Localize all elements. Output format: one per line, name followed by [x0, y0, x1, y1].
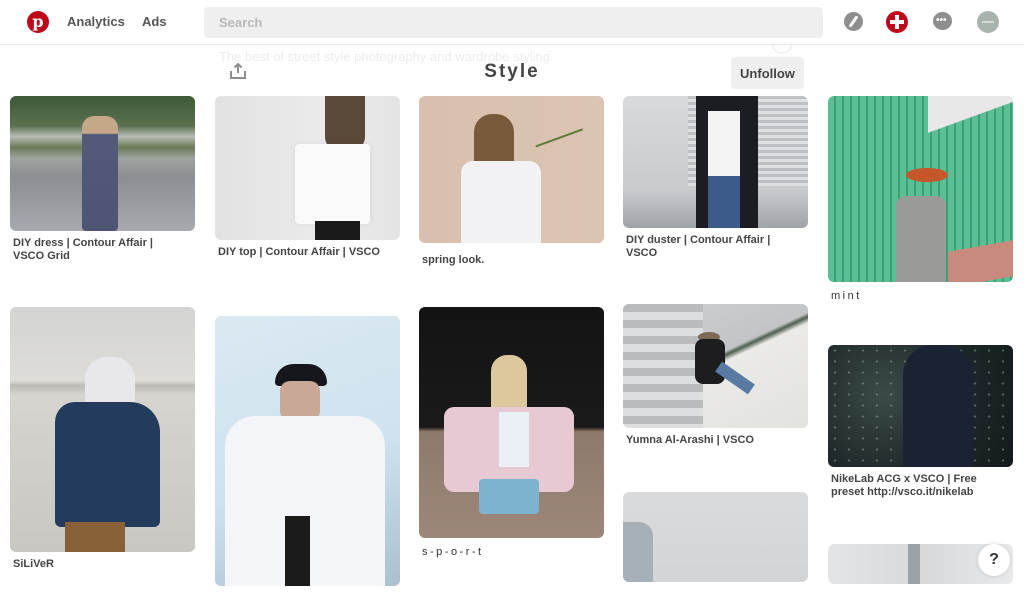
photo-jeans [708, 176, 740, 228]
pin-image[interactable] [623, 96, 808, 228]
pin-card[interactable]: Yumna Al-Arashi | VSCO [623, 304, 808, 447]
explore-compass-icon[interactable] [844, 12, 863, 31]
photo-hat [906, 168, 948, 182]
profile-avatar-icon[interactable] [977, 11, 999, 33]
photo-figure [903, 345, 973, 467]
photo-figure [461, 161, 541, 243]
pin-card[interactable]: DIY dress | Contour Affair | VSCO Grid [10, 96, 195, 262]
photo-jacket [55, 402, 160, 527]
pin-card[interactable]: DIY top | Contour Affair | VSCO [215, 96, 400, 259]
pin-image[interactable] [623, 492, 808, 582]
pin-card[interactable]: SiLiVeR [10, 307, 195, 571]
pinterest-logo-icon[interactable]: p [27, 11, 49, 33]
photo-pants [315, 221, 360, 240]
pin-image[interactable] [10, 96, 195, 231]
search-input[interactable] [204, 7, 823, 38]
pin-card[interactable]: mint [828, 96, 1013, 303]
chat-dots: ••• [936, 15, 947, 26]
photo-shorts [479, 479, 539, 514]
photo-door [908, 544, 920, 584]
photo-top [499, 412, 529, 467]
pin-image[interactable] [828, 96, 1013, 282]
photo-flowers [535, 128, 593, 174]
pin-card[interactable]: spring look. [419, 96, 604, 267]
pin-image[interactable] [419, 307, 604, 538]
nav-analytics-link[interactable]: Analytics [67, 14, 125, 29]
photo-figure [623, 522, 653, 582]
pin-image[interactable] [828, 345, 1013, 467]
pin-caption: SiLiVeR [13, 558, 54, 570]
pin-caption: DIY dress | Contour Affair | VSCO Grid [13, 237, 154, 262]
photo-coat [896, 196, 946, 282]
pin-caption: DIY top | Contour Affair | VSCO [218, 246, 380, 258]
pin-card[interactable]: s-p-o-r-t [419, 307, 604, 559]
pin-card[interactable] [215, 316, 400, 592]
photo-ground [948, 240, 1013, 282]
pin-image[interactable] [623, 304, 808, 428]
unfollow-button[interactable]: Unfollow [731, 57, 804, 89]
pin-image[interactable] [10, 307, 195, 552]
photo-stairs [623, 304, 703, 428]
pin-caption: Yumna Al-Arashi | VSCO [626, 434, 754, 446]
photo-top [295, 144, 370, 224]
photo-face [280, 381, 320, 421]
pin-caption: s-p-o-r-t [422, 546, 484, 558]
messages-chat-icon[interactable]: ••• [933, 12, 952, 30]
photo-figure [325, 96, 365, 151]
pin-caption: spring look. [422, 254, 485, 266]
photo-skirt [65, 522, 125, 552]
pin-card[interactable]: NikeLab ACG x VSCO | Free preset http://… [828, 345, 1013, 498]
board-title: Style [484, 61, 540, 82]
photo-shirt [708, 111, 740, 181]
add-pin-plus-icon[interactable] [886, 11, 908, 33]
nav-ads-link[interactable]: Ads [142, 14, 167, 29]
photo-figure [82, 116, 118, 231]
photo-sky [928, 96, 1013, 156]
photo-pants [285, 516, 310, 586]
pin-caption: mint [831, 290, 862, 302]
pin-caption: DIY duster | Contour Affair | VSCO [626, 234, 771, 259]
pin-image[interactable] [215, 96, 400, 240]
pin-image[interactable] [419, 96, 604, 243]
pin-card[interactable]: DIY duster | Contour Affair | VSCO [623, 96, 808, 259]
pin-caption: NikeLab ACG x VSCO | Free preset http://… [831, 473, 977, 498]
help-button[interactable]: ? [978, 544, 1010, 576]
top-nav-bar: p Analytics Ads ••• [0, 0, 1024, 45]
pin-image[interactable] [215, 316, 400, 586]
